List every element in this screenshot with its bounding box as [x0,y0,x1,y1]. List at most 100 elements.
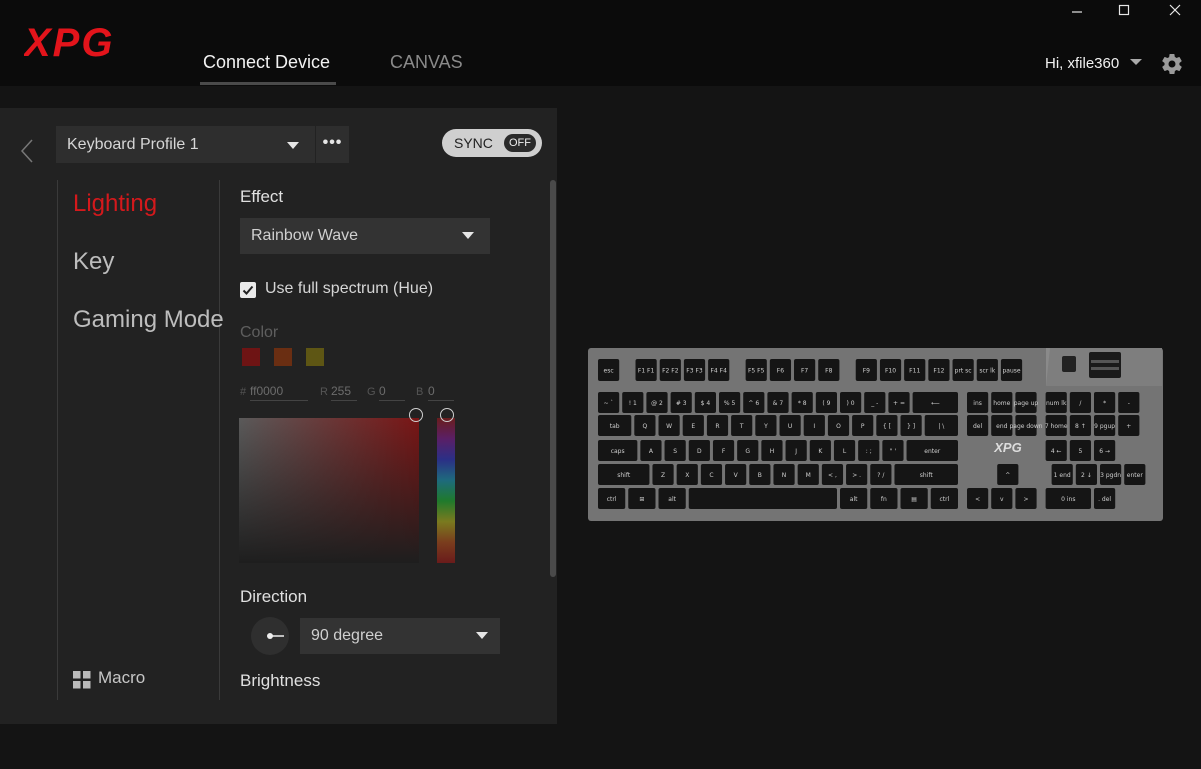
b-input[interactable]: 0 [428,384,454,401]
keyboard-key-label: alt [850,496,858,503]
keyboard-key-label: ~ ` [604,400,614,407]
keyboard-key-label: * 8 [798,400,807,407]
keyboard-key-label: F6 [777,368,784,375]
keyboard-key-label: 4 ← [1051,448,1062,455]
direction-title: Direction [240,587,308,606]
panel-scrollbar[interactable] [550,180,556,577]
nav-divider-left [57,180,58,700]
effect-dropdown-value: Rainbow Wave [251,227,359,244]
g-label: G [367,386,376,398]
full-spectrum-checkbox[interactable] [240,282,256,298]
xpg-logo-text: XPG [24,21,114,62]
profile-more-button[interactable]: ••• [316,126,349,163]
keyboard-key-label: @ 2 [651,400,663,407]
keyboard-key-label: R [715,423,719,430]
close-icon[interactable] [1164,2,1186,20]
keyboard-key-label: 3 pgdn [1100,472,1121,479]
keyboard-key-label: scr lk [979,368,995,375]
keyboard-key-label: home [993,400,1010,407]
effect-dropdown[interactable]: Rainbow Wave [240,218,490,254]
keyboard-key-label: F11 [909,368,920,375]
nav-key[interactable]: Key [73,248,114,276]
keyboard-key-label: 8 ↑ [1075,423,1086,430]
keyboard-key-label: F [722,448,726,455]
xpg-logo: XPG [24,21,114,62]
tab-canvas[interactable]: CANVAS [390,52,463,73]
keyboard-key-label: page down [1009,423,1042,430]
keyboard-key-label: enter [924,448,941,455]
effect-title: Effect [240,187,284,206]
keyboard-key-label: 1 end [1054,472,1071,479]
keyboard-key-label: fn [881,496,887,503]
keyboard-key-label: * [1103,400,1106,407]
keyboard-key-label: D [697,448,702,455]
hue-slider-handle[interactable] [440,408,454,422]
keyboard-key-label: ! 1 [629,400,637,407]
keyboard-key-label: prt sc [955,368,972,375]
gear-icon[interactable] [1160,52,1184,76]
color-swatch-3[interactable] [305,347,325,367]
r-label: R [320,386,328,398]
sv-picker-handle[interactable] [409,408,423,422]
profile-dropdown[interactable]: Keyboard Profile 1 [56,126,315,163]
keyboard-key-label: > [1023,496,1028,503]
profile-dropdown-value: Keyboard Profile 1 [67,136,199,153]
keyboard-key-label: F1 F1 [638,368,655,375]
keyboard-key-label: del [973,423,983,430]
back-arrow-icon[interactable] [18,138,38,164]
r-input[interactable]: 255 [331,384,357,401]
keyboard-key-label: + [1126,423,1131,430]
keyboard-key-label: G [745,448,750,455]
maximize-icon[interactable] [1113,2,1135,20]
keyboard-key-label: page up [1014,400,1039,407]
nav-gaming-mode[interactable]: Gaming Mode [73,306,224,334]
direction-dropdown[interactable]: 90 degree [300,618,500,654]
volume-roller [1089,352,1121,378]
keyboard-key-label: ( 9 [822,400,830,407]
grid-icon[interactable] [73,671,91,689]
keyboard-key-label: ^ 6 [748,400,759,407]
brightness-title: Brightness [240,671,321,690]
keyboard-key-label: num lk [1046,400,1067,407]
hex-input[interactable]: ff0000 [250,384,308,401]
sync-label: SYNC [454,135,493,151]
hue-slider[interactable] [437,418,455,563]
nav-macro[interactable]: Macro [98,668,145,688]
keyboard-key[interactable] [688,488,837,509]
nav-lighting[interactable]: Lighting [73,190,157,218]
g-input[interactable]: 0 [379,384,405,401]
keyboard-key-label: % 5 [724,400,736,407]
keyboard-key-label: F4 F4 [710,368,727,375]
color-swatch-2[interactable] [273,347,293,367]
keyboard-key-label: . del [1098,496,1111,503]
keyboard-key-label: F2 F2 [662,368,679,375]
user-menu-chevron-down-icon[interactable] [1130,57,1142,69]
keyboard-key-label: F5 F5 [748,368,765,375]
keyboard-key-label: Y [763,423,768,430]
keyboard-key-label: { [ [883,423,891,430]
saturation-value-picker[interactable] [239,418,419,563]
volume-roller-ridge [1091,360,1119,363]
keyboard-key-label: F12 [933,368,944,375]
tab-connect-device[interactable]: Connect Device [203,52,330,73]
keyboard-key-label: F9 [863,368,870,375]
keyboard-key-label: F3 F3 [686,368,703,375]
keyboard-key-label: " ' [890,448,897,455]
sync-toggle[interactable]: SYNC OFF [442,129,542,157]
keyboard-key-label: # 3 [676,400,687,407]
keyboard-key-label: W [666,423,672,430]
user-greeting[interactable]: Hi, xfile360 [1045,55,1119,72]
direction-dropdown-value: 90 degree [311,627,384,644]
color-swatch-1[interactable] [241,347,261,367]
direction-dial-icon[interactable] [251,617,289,655]
keyboard-key-label: esc [604,368,614,375]
minimize-icon[interactable] [1066,2,1088,20]
keyboard-key-label: H [770,448,775,455]
checkmark-icon [242,285,254,295]
keyboard-key-label: P [861,423,865,430]
keyboard-key-label: 0 ins [1061,496,1075,503]
keyboard-key-label: shift [920,472,934,479]
keyboard-key-label: < , [828,472,837,479]
keyboard-key-label: $ 4 [701,400,711,407]
active-tab-indicator [200,82,336,85]
